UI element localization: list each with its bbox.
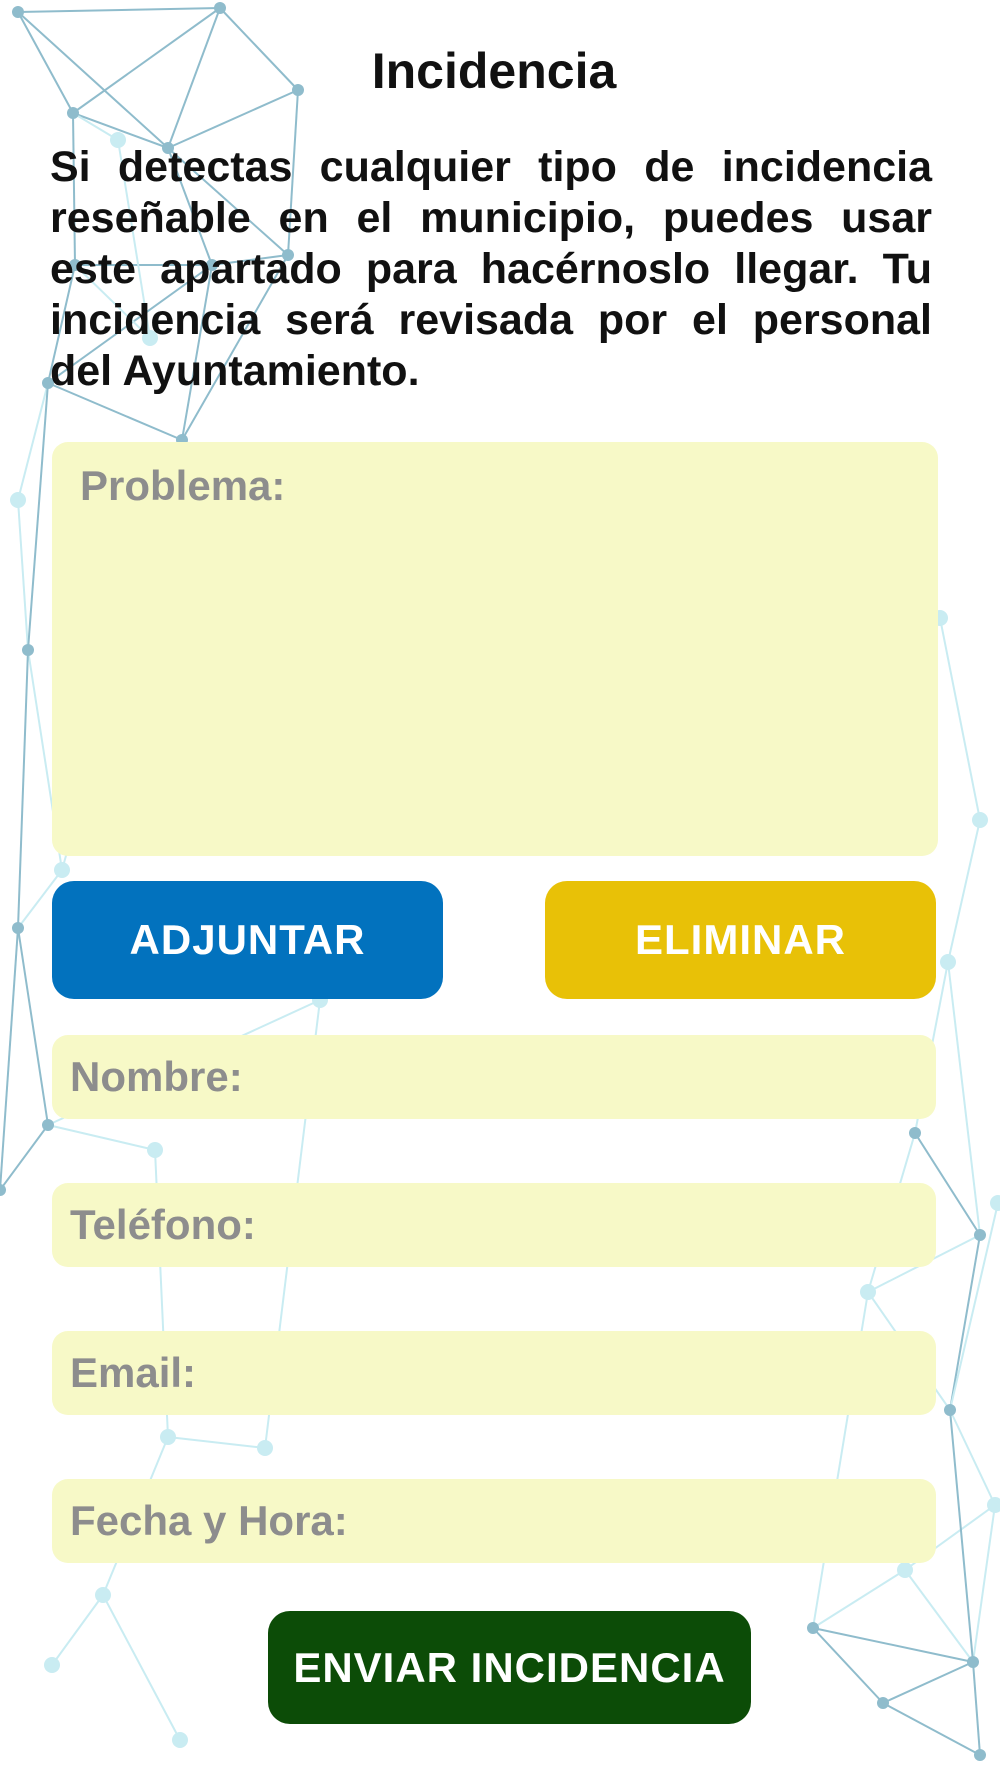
name-field[interactable]: Nombre: [52,1035,936,1119]
network-line [812,1569,906,1629]
network-line [17,499,29,651]
network-line [167,1436,266,1449]
delete-button[interactable]: ELIMINAR [545,881,936,999]
phone-field[interactable]: Teléfono: [52,1183,936,1267]
network-line [949,1234,981,1411]
network-line [882,1702,981,1756]
network-node [967,1656,979,1668]
network-node [67,107,79,119]
network-line [0,927,19,1191]
network-line [51,1594,104,1666]
attach-button[interactable]: ADJUNTAR [52,881,443,999]
network-line [882,1661,974,1704]
network-node [972,812,988,828]
datetime-placeholder: Fecha y Hora: [70,1497,348,1544]
network-node [990,1195,1000,1211]
network-node [160,1429,176,1445]
network-node [0,1184,6,1196]
network-line [949,1202,999,1411]
email-field[interactable]: Email: [52,1331,936,1415]
page-title: Incidencia [371,43,617,99]
submit-incident-button[interactable]: ENVIAR INCIDENCIA [268,1611,751,1724]
network-node [257,1440,273,1456]
name-placeholder: Nombre: [70,1053,243,1100]
network-node [10,492,26,508]
problem-textarea[interactable]: Problema: [52,442,938,856]
datetime-field[interactable]: Fecha y Hora: [52,1479,936,1563]
network-node [860,1284,876,1300]
network-node [44,1657,60,1673]
network-line [812,1627,974,1663]
network-node [147,1142,163,1158]
network-line [947,819,981,963]
network-node [940,954,956,970]
network-line [972,1661,981,1756]
network-node [172,1732,188,1748]
network-node [807,1622,819,1634]
network-node [95,1587,111,1603]
network-node [909,1127,921,1139]
phone-placeholder: Teléfono: [70,1201,256,1248]
network-node [12,6,24,18]
network-line [102,1594,181,1741]
email-placeholder: Email: [70,1349,197,1396]
intro-text: Si detectas cualquier tipo de incidencia… [50,143,932,395]
network-line [47,1124,156,1151]
network-node [42,1119,54,1131]
network-node [12,922,24,934]
network-line [17,649,29,929]
network-line [17,927,49,1126]
network-line [972,1504,996,1663]
network-line [904,1569,974,1663]
network-node [22,644,34,656]
network-node [214,2,226,14]
network-node [877,1697,889,1709]
problem-placeholder: Problema: [80,462,286,509]
network-line [17,7,221,13]
network-line [0,1124,49,1191]
network-node [974,1749,986,1761]
network-node [54,862,70,878]
network-node [897,1562,913,1578]
network-node [944,1404,956,1416]
network-node [974,1229,986,1241]
network-line [939,617,981,821]
network-line [812,1627,884,1704]
